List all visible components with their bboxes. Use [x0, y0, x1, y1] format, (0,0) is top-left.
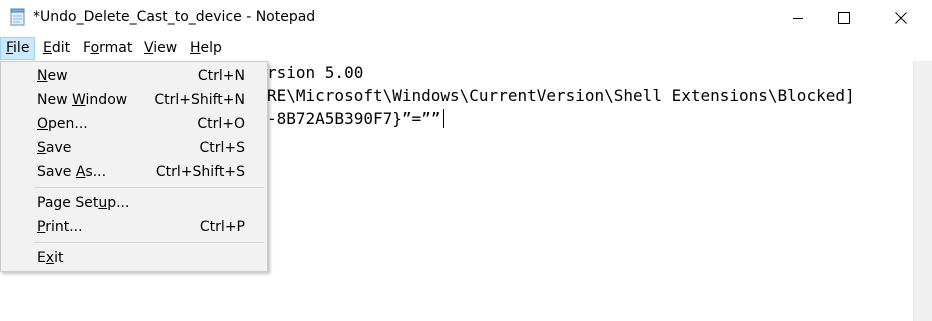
- menu-item-print-label: rint...: [45, 219, 83, 235]
- menu-item-page-setup-label-pre: Page Set: [37, 195, 99, 211]
- menu-help-label: elp: [200, 40, 222, 56]
- menu-item-page-setup-label: p...: [107, 195, 130, 211]
- menu-item-open-label: pen...: [48, 116, 88, 132]
- menu-item-new-window-mnemonic: W: [72, 92, 86, 108]
- editor-line-1: rsion 5.00: [267, 63, 364, 82]
- menu-format-label-pre: F: [83, 40, 91, 56]
- menu-item-print-shortcut: Ctrl+P: [199, 219, 245, 235]
- menu-item-save-as-label-pre: Save: [37, 164, 76, 180]
- menu-item-new-window[interactable]: New Window Ctrl+Shift+N: [1, 89, 267, 111]
- menu-format-label: rmat: [99, 40, 133, 56]
- menu-format-mnemonic: o: [90, 40, 100, 56]
- menu-item-open[interactable]: Open... Ctrl+O: [1, 113, 267, 135]
- minimize-button[interactable]: [775, 0, 821, 35]
- menu-file[interactable]: File: [0, 37, 36, 60]
- menu-item-save-as-label: s...: [85, 164, 107, 180]
- menu-help-mnemonic: H: [190, 40, 201, 56]
- menu-item-open-shortcut: Ctrl+O: [197, 116, 245, 132]
- maximize-icon: [838, 11, 850, 24]
- menu-item-open-mnemonic: O: [37, 116, 49, 132]
- editor-line-3: -8B72A5B390F7}”=””: [267, 109, 441, 128]
- maximize-button[interactable]: [821, 0, 867, 35]
- window-title: *Undo_Delete_Cast_to_device - Notepad: [33, 9, 316, 25]
- menu-help[interactable]: Help: [185, 37, 227, 60]
- menu-edit-mnemonic: E: [43, 40, 52, 56]
- menu-item-new-label: ew: [47, 68, 68, 84]
- menu-item-save-as-mnemonic: A: [75, 164, 86, 180]
- menu-file-mnemonic: F: [6, 40, 14, 56]
- menu-item-new-mnemonic: N: [37, 68, 48, 84]
- menu-item-save[interactable]: Save Ctrl+S: [1, 137, 267, 159]
- menu-item-exit-label: it: [54, 250, 64, 266]
- menu-item-save-mnemonic: S: [37, 140, 46, 156]
- menu-item-save-as[interactable]: Save As... Ctrl+Shift+S: [1, 161, 267, 183]
- notepad-icon: [10, 8, 26, 26]
- minimize-icon: [793, 17, 803, 19]
- menu-item-new-shortcut: Ctrl+N: [197, 68, 245, 84]
- menu-item-print-mnemonic: P: [37, 219, 46, 235]
- title-bar: *Undo_Delete_Cast_to_device - Notepad: [0, 0, 932, 35]
- menu-item-new-window-label: indow: [85, 92, 128, 108]
- close-button[interactable]: [878, 0, 924, 35]
- menu-edit[interactable]: Edit: [38, 37, 75, 60]
- menu-item-page-setup[interactable]: Page Setup...: [1, 192, 267, 214]
- menu-item-new-window-shortcut: Ctrl+Shift+N: [154, 92, 245, 108]
- menu-item-save-shortcut: Ctrl+S: [199, 140, 245, 156]
- menu-edit-label: dit: [51, 40, 71, 56]
- menu-view-mnemonic: V: [144, 40, 154, 56]
- menu-item-exit-label-pre: E: [37, 250, 46, 266]
- menu-item-page-setup-mnemonic: u: [98, 195, 108, 211]
- menu-item-save-label: ave: [45, 140, 72, 156]
- menu-file-label: ile: [13, 40, 30, 56]
- file-menu-dropdown: New Ctrl+N New Window Ctrl+Shift+N Open.…: [0, 61, 268, 272]
- menu-bar: File Edit Format View Help: [0, 37, 932, 60]
- menu-format[interactable]: Format: [78, 37, 137, 60]
- menu-item-exit[interactable]: Exit: [1, 247, 267, 269]
- close-icon: [895, 11, 907, 24]
- menu-view-label: iew: [153, 40, 178, 56]
- menu-item-save-as-shortcut: Ctrl+Shift+S: [155, 164, 245, 180]
- menu-item-exit-mnemonic: x: [45, 250, 55, 266]
- menu-item-new-window-label-pre: New: [37, 92, 72, 108]
- text-caret: [443, 109, 444, 128]
- menu-separator: [34, 187, 264, 188]
- menu-separator: [34, 242, 264, 243]
- editor-line-2: RE\Microsoft\Windows\CurrentVersion\Shel…: [267, 86, 855, 105]
- menu-item-new[interactable]: New Ctrl+N: [1, 65, 267, 87]
- menu-item-print[interactable]: Print... Ctrl+P: [1, 216, 267, 238]
- menu-view[interactable]: View: [139, 37, 182, 60]
- vertical-scrollbar[interactable]: [913, 61, 932, 321]
